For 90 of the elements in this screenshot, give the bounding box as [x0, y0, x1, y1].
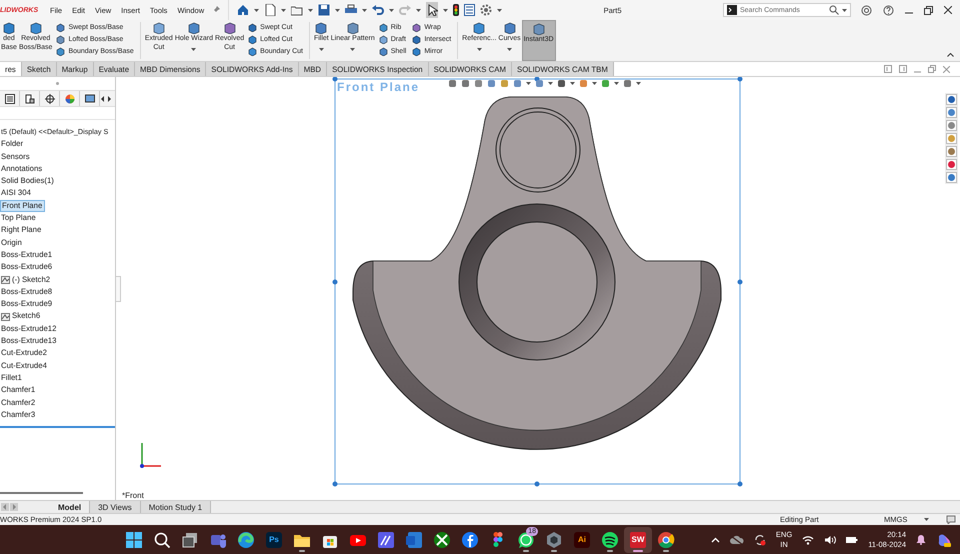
game-icon [432, 530, 452, 550]
sketch-icon [1, 276, 10, 284]
chat-icon [516, 530, 536, 550]
view-name: *Front [122, 491, 144, 500]
running-indicator [633, 550, 643, 552]
axis-triad-icon [140, 443, 161, 468]
running-indicator [299, 550, 305, 552]
tile-icon [376, 530, 396, 550]
wifi-icon[interactable] [802, 534, 814, 544]
caret-icon[interactable] [350, 48, 356, 51]
running-indicator [607, 550, 613, 552]
scrollbar-thumb[interactable] [0, 492, 83, 494]
app-logo: Ps [266, 532, 282, 548]
caret-icon[interactable] [281, 8, 286, 12]
sync-icon[interactable] [754, 534, 766, 546]
part-drawing[interactable] [352, 96, 722, 450]
caret-icon[interactable] [614, 82, 619, 85]
tab[interactable]: Motion Study 1 [140, 501, 212, 513]
caret-icon[interactable] [416, 8, 422, 12]
save-icon[interactable] [318, 4, 330, 16]
scroll-right-icon[interactable] [106, 96, 112, 102]
battery-icon[interactable] [846, 536, 858, 544]
pointer-icon [426, 4, 438, 16]
running-indicator [523, 550, 529, 552]
collapse-icon[interactable] [947, 53, 954, 57]
caret-icon[interactable] [389, 8, 394, 12]
restore-icon[interactable] [924, 6, 933, 14]
caret-icon[interactable] [636, 82, 641, 85]
pin-icon[interactable] [212, 6, 220, 14]
document-icon [404, 530, 424, 550]
search-icon [152, 530, 172, 550]
scroll-left-icon[interactable] [100, 96, 106, 102]
caret-icon[interactable] [443, 8, 448, 12]
document-icon[interactable] [264, 4, 276, 16]
view-label: Front Plane [337, 80, 420, 94]
taskbar-button[interactable]: Ai [568, 526, 596, 552]
caret-icon[interactable] [497, 8, 502, 12]
caret-icon[interactable] [254, 8, 260, 12]
crosshair-icon [44, 94, 54, 104]
undo-icon[interactable] [372, 4, 384, 16]
hexagon-icon [544, 530, 564, 550]
swirl-icon [236, 530, 256, 550]
caret-icon[interactable] [308, 8, 314, 12]
caret-icon[interactable] [570, 82, 575, 85]
select-tool-button[interactable] [426, 2, 438, 18]
speaker-icon[interactable] [824, 534, 836, 544]
panel-right-icon[interactable] [899, 65, 907, 73]
caret-icon[interactable] [191, 48, 196, 51]
sketch-icon [1, 312, 10, 321]
settings-icon[interactable] [480, 4, 492, 16]
app-logo: Ai [574, 532, 590, 548]
running-indicator [551, 550, 557, 552]
comment-icon[interactable] [946, 515, 956, 524]
circle-icon [600, 530, 620, 550]
tab[interactable]: 3D Views [90, 501, 141, 513]
panel-left-icon[interactable] [884, 65, 892, 73]
caret-icon[interactable] [592, 82, 597, 85]
traffic-light-icon[interactable] [453, 4, 460, 16]
chevron-up-icon[interactable] [710, 536, 720, 542]
search-icon [829, 5, 839, 15]
printer-icon[interactable] [345, 4, 358, 16]
caret-icon[interactable] [476, 48, 482, 51]
splitter-handle[interactable] [116, 276, 121, 302]
caret-icon[interactable] [548, 82, 553, 85]
caret-icon[interactable] [362, 8, 368, 12]
account-icon[interactable] [861, 4, 872, 16]
prompt-icon [727, 5, 737, 15]
caret-icon[interactable] [335, 8, 340, 12]
taskbar-button[interactable]: SW [624, 526, 652, 552]
caret-icon[interactable] [318, 48, 324, 51]
chrome-icon [656, 530, 676, 550]
cloud-off-icon[interactable] [730, 534, 744, 544]
close-icon[interactable] [944, 6, 952, 14]
caret-icon[interactable] [842, 8, 847, 12]
windows-icon [124, 530, 144, 550]
taskbar-button[interactable]: Ps [260, 526, 288, 552]
circle-icon [460, 530, 480, 550]
tree-icon [4, 94, 14, 104]
caret-icon[interactable] [526, 82, 531, 85]
app-logo: SW [630, 532, 646, 548]
selection-frame[interactable] [332, 77, 742, 486]
caret-icon[interactable] [924, 518, 929, 521]
bell-icon[interactable] [916, 534, 926, 545]
display-icon [84, 94, 94, 104]
running-indicator [663, 550, 669, 552]
copilot-icon[interactable] [936, 532, 952, 548]
drag-handle-icon[interactable] [56, 82, 59, 85]
help-icon[interactable] [883, 4, 894, 16]
property-icon [24, 94, 34, 104]
caret-icon[interactable] [507, 48, 512, 51]
